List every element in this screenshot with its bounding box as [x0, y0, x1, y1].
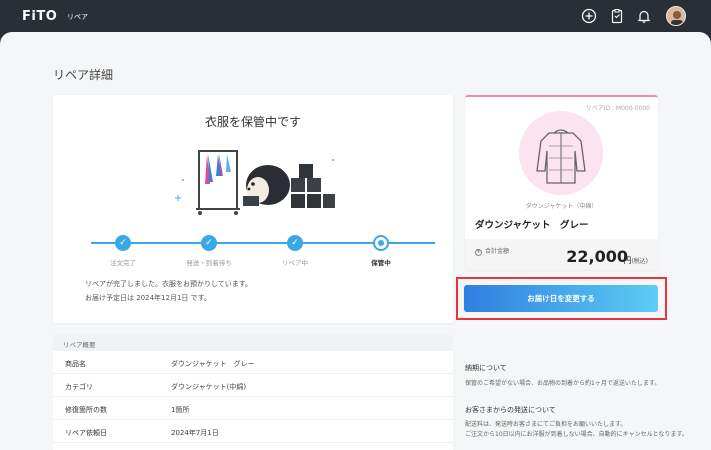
repair-product-card: リペアID : M000-0000 ダウンジャケット（中綿） ダウンジャケット …	[465, 95, 658, 270]
row-value: ダウンジャケット グレー	[171, 360, 255, 368]
row-key: カテゴリ	[65, 383, 93, 391]
jacket-icon	[536, 129, 586, 184]
step-4-label: 保管中	[371, 259, 391, 267]
price-box: ¥ 合計金額 22,000 円(税込)	[465, 239, 658, 270]
stepper-line-end	[349, 242, 435, 244]
step-1-label: 注文完了	[110, 259, 136, 267]
shipping-info-text2: ご注文から10日以内にお洋服が到着しない場合、自動的にキャンセルとなります。	[465, 431, 688, 438]
price-unit: 円(税込)	[623, 256, 648, 265]
storage-illustration	[175, 150, 335, 215]
step-3-check-icon: ✓	[287, 235, 303, 251]
add-circle-icon[interactable]	[581, 8, 597, 24]
step-1-check-icon: ✓	[115, 235, 131, 251]
step-2-label: 発送・到着待ち	[186, 259, 232, 267]
row-value: ダウンジャケット(中綿)	[171, 383, 247, 391]
row-value: 1箇所	[171, 406, 190, 414]
product-name: ダウンジャケット グレー	[475, 220, 589, 231]
main-content: リペア詳細 衣服を保管中です ✓ 注文完了 ✓ 発送・到着待ち ✓ リペア中 保…	[0, 32, 711, 450]
table-row: 修復箇所の数 1箇所	[53, 397, 453, 420]
table-row: カテゴリ ダウンジャケット(中綿)	[53, 374, 453, 397]
user-avatar[interactable]	[666, 6, 686, 26]
progress-stepper: ✓ 注文完了 ✓ 発送・到着待ち ✓ リペア中 保管中	[83, 235, 435, 275]
row-key: 商品名	[65, 360, 86, 368]
delivery-info-heading: 納期について	[465, 364, 507, 372]
highlight-box	[456, 277, 667, 320]
step-3-label: リペア中	[282, 259, 308, 267]
repair-summary-table: リペア概要 商品名 ダウンジャケット グレー カテゴリ ダウンジャケット(中綿)…	[53, 335, 453, 450]
table-row: リペア依頼日 2024年7月1日	[53, 420, 453, 443]
bell-icon[interactable]	[636, 8, 652, 24]
page-title: リペア詳細	[53, 68, 114, 82]
step-4-current-icon	[373, 235, 389, 251]
summary-heading: リペア概要	[53, 335, 453, 351]
status-message-line1: リペアが完了しました。衣服をお預かりしています。	[85, 280, 253, 288]
status-card: 衣服を保管中です ✓ 注文完了 ✓ 発送・到着待ち ✓ リペア中 保管中 リペア…	[53, 95, 453, 323]
shipping-info-heading: お客さまからの発送について	[465, 406, 556, 414]
logo-subtitle: リペア	[67, 13, 88, 21]
status-message-line2: お届け予定日は 2024年12月1日 です。	[85, 294, 211, 302]
product-category: ダウンジャケット（中綿）	[525, 203, 598, 210]
table-row: 商品名 ダウンジャケット グレー	[53, 351, 453, 374]
status-title: 衣服を保管中です	[204, 115, 301, 129]
total-label: ¥ 合計金額	[475, 248, 510, 256]
avatar-image	[667, 7, 685, 25]
clipboard-icon[interactable]	[609, 8, 625, 24]
jacket-image	[519, 111, 603, 195]
fito-logo[interactable]: FiTO	[22, 9, 57, 24]
step-2-check-icon: ✓	[201, 235, 217, 251]
top-header: FiTO リペア	[0, 0, 711, 32]
info-icon: ¥	[475, 249, 482, 256]
shipping-info-text1: 配送料は、発送時お客さまにてご負担をお願いいたします。	[465, 421, 627, 428]
total-price: 22,000	[566, 247, 628, 266]
row-key: リペア依頼日	[65, 429, 107, 437]
row-key: 修復箇所の数	[65, 406, 107, 414]
delivery-info-text: 保管のご希望がない場合、お品物の到着から約1ヶ月で返送いたします。	[465, 380, 661, 387]
row-value: 2024年7月1日	[171, 429, 219, 437]
